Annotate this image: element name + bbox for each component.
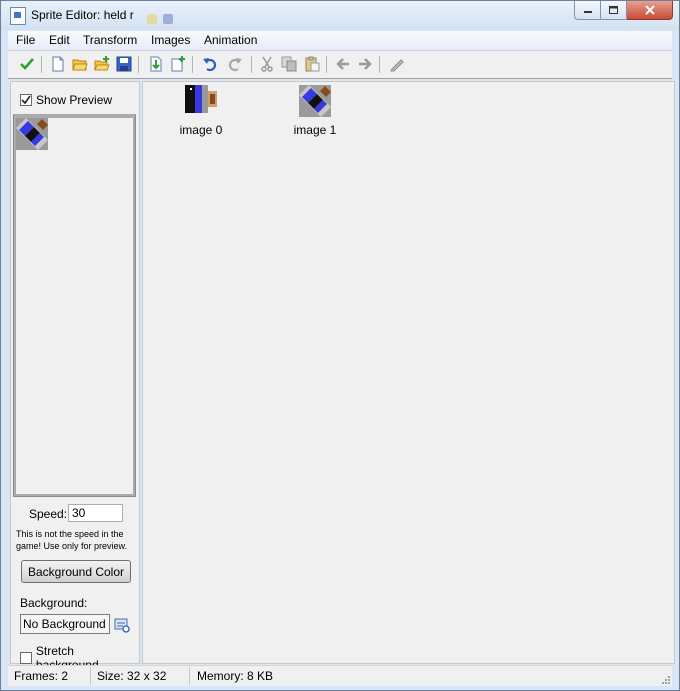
close-icon <box>644 5 655 15</box>
status-frames: Frames: 2 <box>14 669 69 683</box>
minimize-icon <box>583 11 592 13</box>
menu-animation[interactable]: Animation <box>204 33 257 47</box>
browse-background-icon <box>114 618 130 633</box>
checkmark-icon <box>21 95 31 105</box>
undo-icon <box>203 58 217 72</box>
background-browse-button[interactable] <box>114 617 130 633</box>
open-folder-add-icon <box>94 56 110 71</box>
undo-button[interactable] <box>201 55 219 73</box>
status-bar: Frames: 2 Size: 32 x 32 Memory: 8 KB <box>8 665 672 686</box>
import-button[interactable] <box>147 55 165 73</box>
move-right-button[interactable] <box>356 55 374 73</box>
stretch-background-check[interactable] <box>20 652 32 664</box>
add-image-icon <box>171 56 185 72</box>
frame-item[interactable]: image 1 <box>285 85 345 137</box>
speed-label: Speed: <box>29 507 68 521</box>
save-icon <box>116 56 132 72</box>
status-memory: Memory: 8 KB <box>197 669 274 683</box>
show-preview-checkbox[interactable]: Show Preview <box>20 93 112 107</box>
open-add-button[interactable] <box>93 55 111 73</box>
speed-input[interactable] <box>68 504 123 522</box>
pencil-icon <box>390 59 404 72</box>
cut-button[interactable] <box>258 55 276 73</box>
title-decoration <box>147 13 189 24</box>
redo-icon <box>228 58 242 72</box>
copy-button[interactable] <box>280 55 298 73</box>
minimize-button[interactable] <box>574 1 601 20</box>
preview-panel: Show Preview Speed: This is not the spee… <box>10 81 140 672</box>
menu-transform[interactable]: Transform <box>83 33 137 47</box>
title-bar[interactable]: Sprite Editor: held r <box>1 1 679 30</box>
app-icon <box>10 7 26 25</box>
import-icon <box>150 56 162 72</box>
background-color-button[interactable]: Background Color <box>21 560 131 583</box>
paste-button[interactable] <box>303 55 321 73</box>
resize-grip-icon[interactable] <box>660 674 670 684</box>
redo-button[interactable] <box>226 55 244 73</box>
new-document-icon <box>52 56 64 72</box>
cut-icon <box>261 56 273 72</box>
window-title: Sprite Editor: held r <box>31 8 134 22</box>
checkmark-icon <box>20 58 34 70</box>
frame-item[interactable]: image 0 <box>171 85 231 137</box>
move-left-button[interactable] <box>334 55 352 73</box>
arrow-right-icon <box>359 58 372 70</box>
open-folder-icon <box>72 59 88 71</box>
menu-images[interactable]: Images <box>151 33 190 47</box>
paste-icon <box>305 56 320 72</box>
close-button[interactable] <box>627 1 673 20</box>
preview-sprite-image <box>16 118 48 150</box>
menu-edit[interactable]: Edit <box>49 33 70 47</box>
background-label: Background: <box>20 596 88 610</box>
ok-button[interactable] <box>18 55 36 73</box>
frame-0-thumbnail <box>185 85 217 117</box>
maximize-button[interactable] <box>601 1 627 20</box>
add-image-button[interactable] <box>169 55 187 73</box>
background-field[interactable]: No Background <box>20 614 110 634</box>
open-button[interactable] <box>71 55 89 73</box>
speed-note: This is not the speed in the game! Use o… <box>16 529 128 551</box>
status-size: Size: 32 x 32 <box>97 669 167 683</box>
show-preview-check[interactable] <box>20 94 32 106</box>
frame-1-label: image 1 <box>293 123 337 137</box>
maximize-icon <box>609 6 618 14</box>
show-preview-label: Show Preview <box>36 93 113 107</box>
toolbar <box>8 51 672 79</box>
frame-1-thumbnail <box>299 85 331 117</box>
sprite-editor-window: Sprite Editor: held r File Edit Transfor… <box>0 0 680 691</box>
frame-0-label: image 0 <box>179 123 223 137</box>
frames-panel: image 0 image 1 <box>142 81 675 664</box>
menu-bar: File Edit Transform Images Animation <box>8 31 672 51</box>
edit-image-button[interactable] <box>388 55 406 73</box>
menu-file[interactable]: File <box>16 33 35 47</box>
preview-area <box>13 114 136 497</box>
save-button[interactable] <box>115 55 133 73</box>
arrow-left-icon <box>336 58 349 70</box>
copy-icon <box>281 56 297 72</box>
new-sprite-button[interactable] <box>49 55 67 73</box>
